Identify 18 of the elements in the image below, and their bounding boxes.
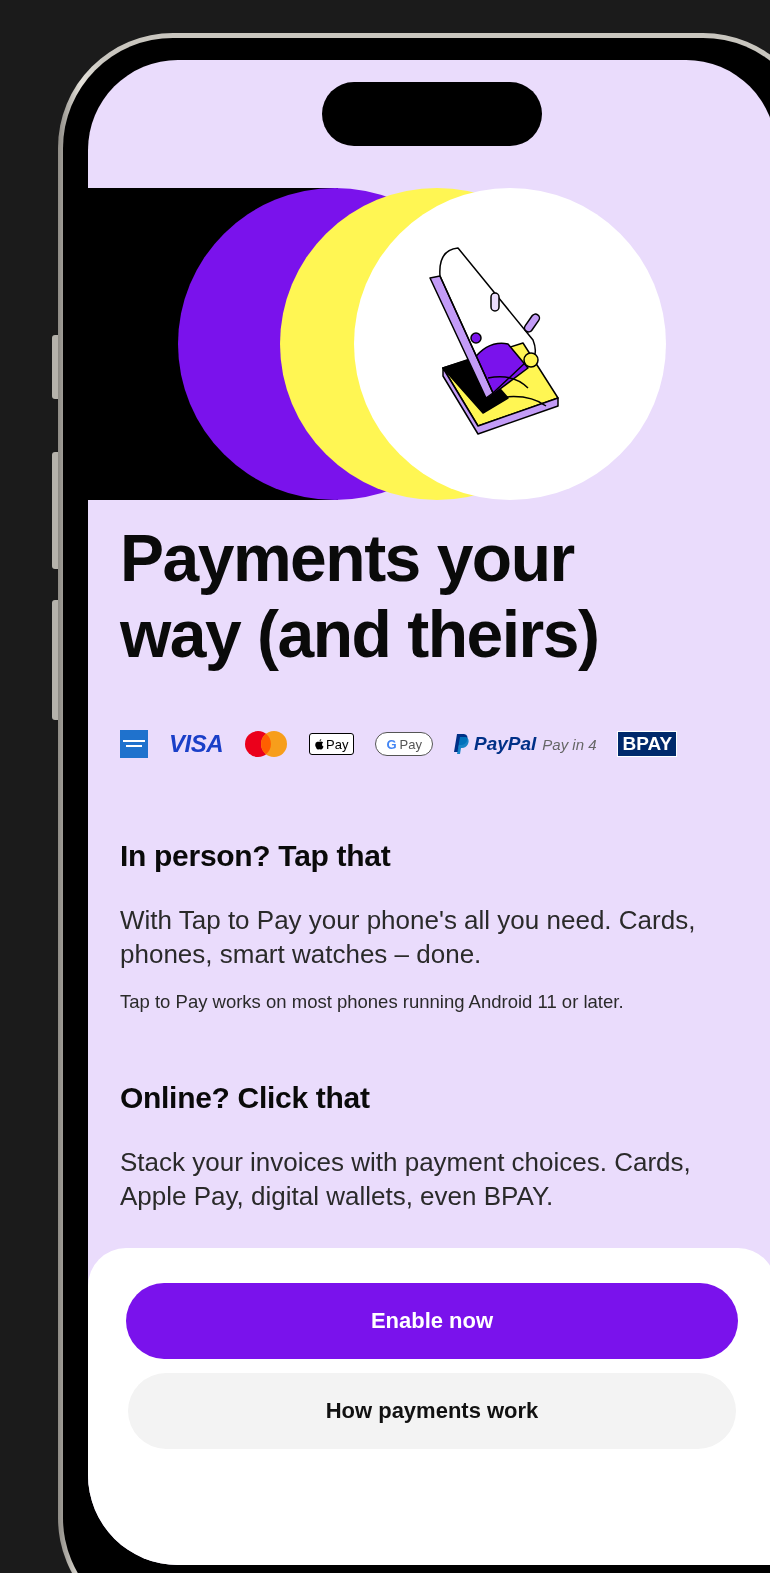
apple-pay-text: Pay — [326, 736, 349, 752]
pay-in-4-text: Pay in 4 — [542, 735, 597, 753]
apple-icon — [315, 738, 324, 750]
mastercard-logo-icon — [244, 730, 288, 758]
enable-button[interactable]: Enable now — [126, 1283, 738, 1359]
paypal-p-icon — [453, 734, 470, 754]
google-pay-text: Pay — [399, 736, 422, 752]
google-g-mark: G — [386, 736, 397, 752]
page-title: Payments your way (and theirs) — [120, 520, 600, 672]
paypal-logo: PayPal — [473, 733, 537, 755]
section-text: With Tap to Pay your phone's all you need. Cards, phones, smart watches – done. — [120, 904, 697, 971]
section-heading: Online? Click that — [120, 1081, 371, 1115]
info-button[interactable]: How payments work — [128, 1373, 736, 1449]
section-heading: In person? Tap that — [120, 839, 392, 873]
section-text: Stack your invoices with payment choices. Cards, Apple Pay, digital wallets, even BPAY. — [120, 1146, 692, 1213]
bpay-logo: BPAY — [617, 731, 678, 757]
note-text: Tap to Pay works on most phones running Android 11 or later. — [120, 991, 625, 1013]
visa-logo: VISA — [169, 730, 223, 758]
